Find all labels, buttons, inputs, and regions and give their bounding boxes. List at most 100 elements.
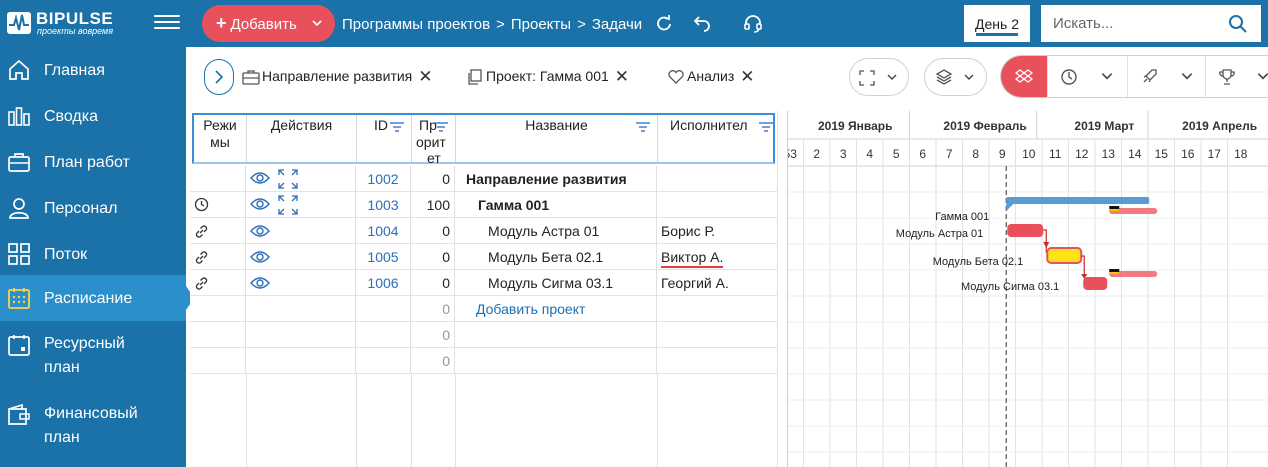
trophy-icon [1219,69,1235,85]
sidebar-item-home[interactable]: Главная [0,56,186,86]
assignee-cell [657,166,777,192]
breadcrumb-item[interactable]: Задачи [592,16,642,33]
logo-tagline: проекты вовремя [37,26,114,36]
undo-icon[interactable] [692,13,712,33]
close-icon[interactable]: ✕ [418,67,432,87]
name-cell[interactable]: Модуль Бета 02.1 [455,244,657,270]
sidebar-item-summary[interactable]: Сводка [0,102,186,132]
grid-header: Режи мы Действия ID Пр орит ет Название [192,113,777,166]
week-label: 10 [1022,147,1036,161]
breadcrumb-item[interactable]: Программы проектов [342,16,490,33]
sidebar-item-resource-plan[interactable]: Ресурсный план [0,331,186,381]
table-row[interactable]: 1004 0 Модуль Астра 01 Борис Р. [190,218,777,244]
summary-bar[interactable] [1006,197,1150,204]
assignee-cell [657,348,777,374]
expand-panel-button[interactable] [204,59,234,95]
column-header-id[interactable]: ID [357,115,412,162]
clock-view-button[interactable] [1048,56,1128,97]
add-button[interactable]: + Добавить [202,5,335,42]
refresh-icon[interactable] [654,13,674,33]
sidebar-item-schedule[interactable]: Расписание [0,275,194,321]
name-cell[interactable]: Модуль Астра 01 [455,218,657,244]
actions-cell [246,244,356,270]
id-cell[interactable]: 1005 [356,244,411,270]
priority-cell: 0 [411,348,455,374]
week-label: 18 [1234,147,1248,161]
table-row: 0 [190,348,777,374]
expand-icon[interactable] [278,195,298,215]
week-label: 5 [893,147,900,161]
search-input[interactable] [1041,5,1231,42]
chevron-down-icon [964,74,974,80]
table-row[interactable]: 1003 100 Гамма 001 [190,192,777,218]
eye-icon[interactable] [250,197,270,211]
name-cell[interactable]: Модуль Сигма 03.1 [455,270,657,296]
column-header-name[interactable]: Название [456,115,658,162]
logo[interactable]: BIPULSE проекты вовремя [6,9,148,36]
id-cell[interactable]: 1006 [356,270,411,296]
filter-icon[interactable] [390,122,404,132]
filter-chip-label: Проект: Гамма 001 [486,68,609,84]
week-label: 7 [946,147,953,161]
breadcrumb-item[interactable]: Проекты [511,16,571,33]
filter-chip-project[interactable]: Проект: Гамма 001 ✕ [466,66,629,86]
day-button[interactable]: День 2 [964,5,1030,42]
priority-cell: 0 [411,322,455,348]
column-header-mode[interactable]: Режи мы [194,115,247,162]
id-cell[interactable]: 1002 [356,166,411,192]
eye-icon[interactable] [250,224,270,238]
table-row[interactable]: 0 Добавить проект [190,296,777,322]
close-icon[interactable]: ✕ [740,67,754,87]
filter-icon[interactable] [434,122,448,132]
task-bar[interactable] [1083,277,1108,290]
filter-icon[interactable] [636,122,650,132]
name-cell[interactable]: Направление развития [455,166,657,192]
eye-icon[interactable] [250,250,270,264]
chevron-down-icon [887,74,897,80]
table-row[interactable]: 1005 0 Модуль Бета 02.1 Виктор А. [190,244,777,270]
clock-icon [1061,69,1077,85]
mode-cell [190,270,246,296]
expand-icon[interactable] [278,169,298,189]
priority-cell: 0 [411,244,455,270]
column-header-actions[interactable]: Действия [247,115,357,162]
task-bar[interactable] [1007,224,1044,237]
trophy-view-button[interactable] [1206,56,1268,97]
eye-icon[interactable] [250,171,270,185]
layers-button[interactable] [924,58,987,96]
table-row[interactable]: 1002 0 Направление развития [190,166,777,192]
calendar-check-icon [8,335,30,356]
sidebar-item-flow[interactable]: Поток [0,240,186,270]
column-header-priority[interactable]: Пр орит ет [412,115,456,166]
mode-cell [190,244,246,270]
eye-icon[interactable] [250,276,270,290]
sidebar-item-finance-plan[interactable]: Финансовый план [0,401,186,451]
column-line [657,374,658,467]
add-project-link[interactable]: Добавить проект [476,301,585,317]
column-header-assignee[interactable]: Исполнител [658,115,777,162]
id-cell[interactable]: 1004 [356,218,411,244]
task-label: Гамма 001 [935,211,989,223]
id-cell[interactable]: 1003 [356,192,411,218]
splitter[interactable] [777,111,787,467]
sidebar-item-label: Расписание [44,290,133,307]
sidebar-item-work-plan[interactable]: План работ [0,148,186,178]
month-label: 2019 Январь [818,119,893,133]
name-cell[interactable]: Гамма 001 [455,192,657,218]
menu-icon[interactable] [154,11,180,35]
filter-chip-analysis[interactable]: Анализ ✕ [667,66,755,86]
table-row[interactable]: 1006 0 Модуль Сигма 03.1 Георгий А. [190,270,777,296]
launch-view-button[interactable] [1128,56,1206,97]
priority-cell: 0 [411,270,455,296]
search-icon[interactable] [1228,14,1248,34]
headset-icon[interactable] [743,13,763,33]
filter-icon[interactable] [759,122,773,132]
baseline-marker [1109,269,1120,272]
filter-chip-direction[interactable]: Направление развития ✕ [242,66,433,86]
fullscreen-button[interactable] [849,58,909,96]
dropbox-view-button[interactable] [1001,56,1048,97]
task-bar-selected[interactable] [1046,247,1083,264]
close-icon[interactable]: ✕ [615,67,629,87]
sidebar-item-label: план [44,359,80,376]
sidebar-item-personnel[interactable]: Персонал [0,194,186,224]
